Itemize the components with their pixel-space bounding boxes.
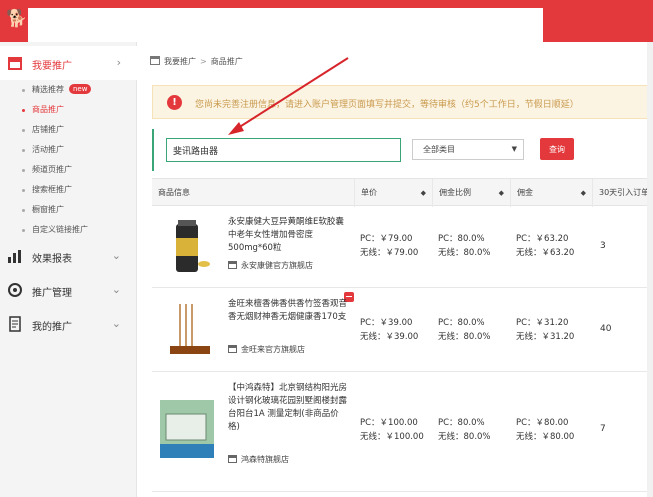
table-row: 永安康健大豆异黄酮维E软胶囊 中老年女性增加骨密度500mg*60粒 永安康健官… — [152, 206, 653, 288]
product-thumbnail[interactable] — [160, 300, 214, 358]
top-navbar: 🐕 京东联盟 CPS JINGDONG UNION 首页 ⌄ 账户管理 结算中心 ⌄ — [0, 0, 653, 463]
product-name[interactable]: 【中鸿森特】北京钢结构阳光房设计钢化玻璃花园别墅阁楼封露台阳台1A 测量定制(非… — [228, 382, 350, 434]
document-icon — [9, 316, 21, 332]
rate-cell: PC：80.0% 无线：80.0% — [438, 318, 491, 342]
nav-home[interactable]: 首页 ⌄ — [158, 0, 191, 42]
table-row: 金旺来檀香佛香供香竹签香观音香无烟财神香无烟健康香170支 金旺来官方旗舰店 P… — [152, 288, 653, 372]
main-content: 我要推广 > 商品推广 ! 您尚未完善注册信息，请进入账户管理页面填写并提交，等待审… — [138, 42, 653, 497]
sidebar-section-label: 推广管理 — [32, 288, 72, 299]
sidebar-section-promote[interactable]: 我要推广 › — [0, 46, 137, 80]
logo-subtitle: JINGDONG UNION — [30, 28, 111, 35]
orders-count: 40 — [600, 324, 612, 334]
column-header-rate[interactable]: 佣金比例 ◆ — [432, 179, 510, 207]
price-cell: PC：￥39.00 无线：￥39.00 — [360, 318, 419, 342]
search-filter-bar: 全部类目 ▼ 查询 — [152, 129, 653, 171]
sidebar-section-my[interactable]: 我的推广 ⌄ — [0, 307, 137, 341]
store-icon — [228, 261, 237, 269]
sort-icon: ◆ — [580, 189, 586, 197]
sidebar-item-featured[interactable]: 精选推荐 new — [0, 80, 137, 100]
price-cell: PC：￥79.00 无线：￥79.00 — [360, 234, 419, 258]
commission-cell: PC：￥80.00 无线：￥80.00 — [516, 418, 575, 442]
shop-name[interactable]: 鸿森特旗舰店 — [228, 454, 289, 465]
home-icon — [150, 56, 160, 65]
product-name[interactable]: 永安康健大豆异黄酮维E软胶囊 中老年女性增加骨密度500mg*60粒 — [228, 216, 350, 255]
target-icon — [8, 283, 22, 297]
sidebar-item-showcase[interactable]: 橱窗推广 — [0, 200, 137, 220]
sidebar-section-label: 我的推广 — [32, 322, 72, 333]
sidebar-item-store[interactable]: 店铺推广 — [0, 120, 137, 140]
notice-banner: ! 您尚未完善注册信息，请进入账户管理页面填写并提交，等待审核（约5个工作日，节… — [152, 85, 653, 119]
commission-cell: PC：￥31.20 无线：￥31.20 — [516, 318, 575, 342]
chart-icon — [8, 250, 21, 263]
query-button[interactable]: 查询 — [540, 138, 574, 160]
jd-dog-icon: 🐕 — [6, 9, 28, 29]
sidebar-item-custom-link[interactable]: 自定义链接推广 — [0, 220, 137, 240]
sidebar-section-label: 我要推广 — [32, 61, 72, 72]
sidebar-item-activity[interactable]: 活动推广 — [0, 140, 137, 160]
rate-cell: PC：80.0% 无线：80.0% — [438, 234, 491, 258]
store-icon — [228, 345, 237, 353]
new-badge: new — [69, 84, 92, 94]
vertical-scrollbar[interactable] — [647, 42, 653, 497]
notice-text: 您尚未完善注册信息，请进入账户管理页面填写并提交，等待审核（约5个工作日，节假日… — [195, 100, 579, 110]
sidebar-section-label: 效果报表 — [32, 254, 72, 265]
caret-down-icon: ▼ — [511, 145, 517, 153]
sort-icon: ◆ — [498, 189, 504, 197]
sidebar-item-channel[interactable]: 频道页推广 — [0, 160, 137, 180]
column-header-price[interactable]: 单价 ◆ — [354, 179, 432, 207]
sidebar-item-searchbox[interactable]: 搜索框推广 — [0, 180, 137, 200]
price-cell: PC：￥100.00 无线：￥100.00 — [360, 418, 424, 442]
shop-name[interactable]: 永安康健官方旗舰店 — [228, 260, 313, 271]
chevron-down-icon: ⌄ — [111, 317, 121, 330]
nav-account[interactable]: 账户管理 — [232, 0, 276, 42]
warning-icon: ! — [167, 95, 182, 110]
product-thumbnail[interactable] — [160, 218, 214, 276]
sidebar-item-product[interactable]: 商品推广 — [0, 100, 137, 120]
product-thumbnail[interactable] — [160, 400, 214, 458]
table-row: 【中鸿森特】北京钢结构阳光房设计钢化玻璃花园别墅阁楼封露台阳台1A 测量定制(非… — [152, 372, 653, 492]
orders-count: 7 — [600, 424, 606, 434]
breadcrumb-current: 商品推广 — [210, 57, 243, 66]
shop-icon — [8, 57, 22, 70]
column-header-orders[interactable]: 30天引入订单 — [592, 179, 653, 207]
breadcrumb: 我要推广 > 商品推广 — [150, 56, 243, 67]
sidebar: 我要推广 › 精选推荐 new 商品推广 店铺推广 活动推广 频道页推广 搜索框推… — [0, 42, 137, 497]
logo-badge: CPS — [106, 11, 132, 25]
chevron-down-icon: ⌄ — [111, 249, 121, 262]
breadcrumb-parent[interactable]: 我要推广 — [164, 57, 196, 66]
chevron-down-icon: ⌄ — [356, 18, 363, 27]
sidebar-section-manage[interactable]: 推广管理 ⌄ — [0, 273, 137, 307]
nav-settlement[interactable]: 结算中心 ⌄ — [308, 0, 363, 42]
rate-cell: PC：80.0% 无线：80.0% — [438, 418, 491, 442]
column-header-commission[interactable]: 佣金 ◆ — [510, 179, 592, 207]
orders-count: 3 — [600, 241, 606, 251]
chevron-down-icon: ⌄ — [111, 283, 121, 296]
search-input[interactable] — [166, 138, 401, 162]
table-header: 商品信息 单价 ◆ 佣金比例 ◆ 佣金 ◆ 30天引入订单 — [152, 178, 653, 207]
sort-icon: ◆ — [420, 189, 426, 197]
product-name[interactable]: 金旺来檀香佛香供香竹签香观音香无烟财神香无烟健康香170支 — [228, 298, 350, 324]
category-select[interactable]: 全部类目 ▼ — [412, 139, 524, 160]
commission-cell: PC：￥63.20 无线：￥63.20 — [516, 234, 575, 258]
sidebar-section-reports[interactable]: 效果报表 ⌄ — [0, 239, 137, 273]
jd-union-logo[interactable]: 🐕 京东联盟 CPS JINGDONG UNION — [6, 6, 543, 463]
store-icon — [228, 455, 237, 463]
chevron-right-icon: › — [116, 56, 121, 69]
column-header-product: 商品信息 — [158, 188, 190, 197]
shop-name[interactable]: 金旺来官方旗舰店 — [228, 344, 305, 355]
chevron-down-icon: ⌄ — [184, 18, 191, 27]
